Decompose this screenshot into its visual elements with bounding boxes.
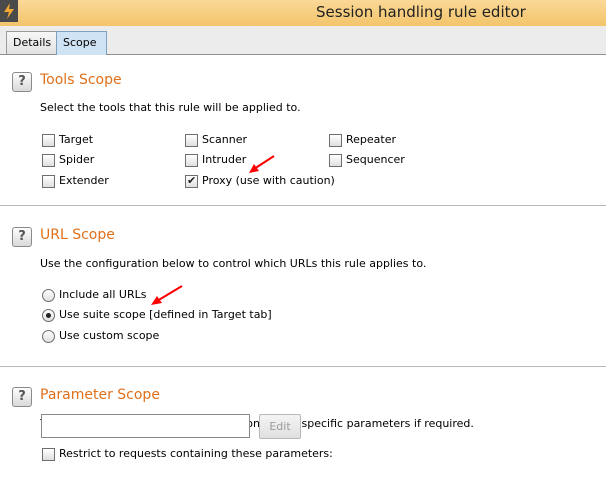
checkbox-box[interactable]	[185, 154, 198, 167]
radio-label: Use suite scope [defined in Target tab]	[59, 308, 272, 321]
tools-scope-description: Select the tools that this rule will be …	[40, 101, 301, 114]
checkbox-box[interactable]	[42, 154, 55, 167]
edit-button[interactable]: Edit	[259, 414, 301, 439]
title-bar: Session handling rule editor	[0, 0, 606, 26]
checkbox-box[interactable]	[185, 173, 198, 189]
parameters-input[interactable]	[41, 414, 250, 438]
annotation-arrow	[151, 285, 183, 305]
checkbox-label: Extender	[59, 174, 109, 187]
checkbox-box[interactable]	[329, 134, 342, 147]
radio-circle[interactable]	[42, 289, 55, 302]
checkbox-label: Sequencer	[346, 153, 405, 166]
checkbox-label: Restrict to requests containing these pa…	[59, 447, 333, 460]
section-divider	[0, 366, 606, 367]
tools-scope-title: Tools Scope	[40, 72, 122, 88]
radio-label: Include all URLs	[59, 288, 147, 301]
checkbox-box[interactable]	[42, 134, 55, 147]
checkbox-label: Proxy (use with caution)	[202, 174, 335, 187]
checkbox-label: Spider	[59, 153, 95, 166]
app-icon	[0, 0, 18, 22]
url-scope-title: URL Scope	[40, 227, 115, 243]
parameter-scope-title: Parameter Scope	[40, 387, 160, 403]
help-icon[interactable]: ?	[12, 72, 32, 92]
url-scope-description: Use the configuration below to control w…	[40, 257, 427, 270]
radio-circle[interactable]	[42, 330, 55, 343]
checkbox-box[interactable]	[185, 134, 198, 147]
checkbox-label: Scanner	[202, 133, 248, 146]
scope-panel: ? Tools Scope Select the tools that this…	[0, 55, 606, 499]
checkbox-label: Intruder	[202, 153, 247, 166]
help-icon[interactable]: ?	[12, 387, 32, 407]
radio-circle[interactable]	[42, 309, 55, 322]
radio-label: Use custom scope	[59, 329, 160, 342]
checkbox-box[interactable]	[42, 175, 55, 188]
checkbox-box[interactable]	[42, 448, 55, 461]
tab-details[interactable]: Details	[6, 31, 57, 54]
help-icon[interactable]: ?	[12, 227, 32, 247]
tab-scope[interactable]: Scope	[56, 31, 107, 55]
checkbox-label: Repeater	[346, 133, 397, 146]
checkbox-box[interactable]	[329, 154, 342, 167]
tab-strip: Details Scope	[0, 26, 606, 55]
checkbox-label: Target	[59, 133, 94, 146]
window-title: Session handling rule editor	[316, 3, 526, 21]
annotation-arrow	[249, 155, 275, 173]
section-divider	[0, 205, 606, 206]
